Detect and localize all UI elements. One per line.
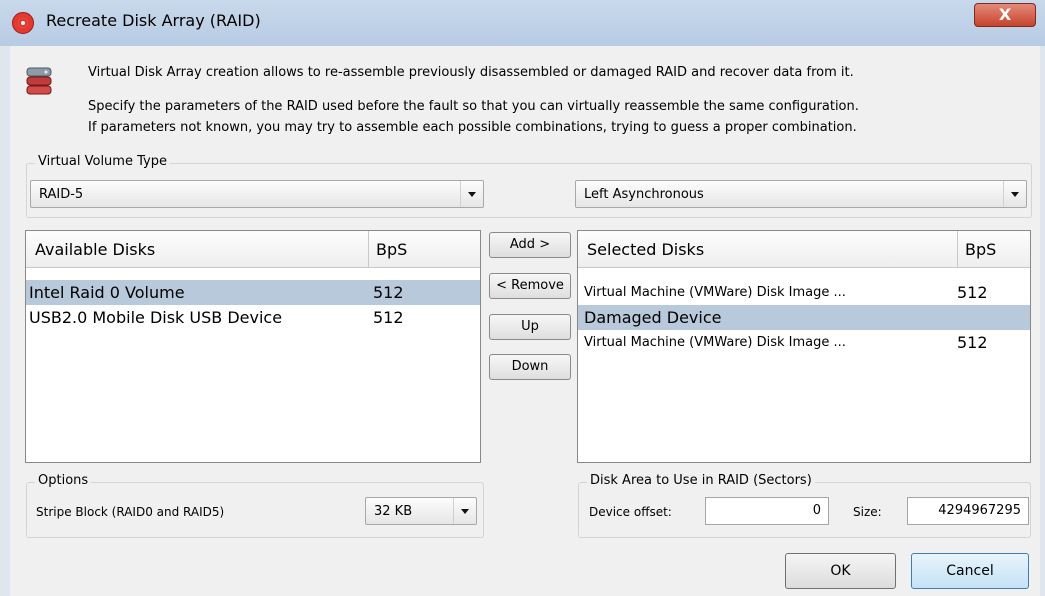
disk-name: USB2.0 Mobile Disk USB Device <box>29 308 283 327</box>
disk-bps: 512 <box>957 283 988 302</box>
device-offset-input[interactable]: 0 <box>705 497 829 525</box>
remove-button[interactable]: < Remove <box>489 273 571 299</box>
raid-app-icon <box>12 12 34 34</box>
stripe-block-label: Stripe Block (RAID0 and RAID5) <box>36 505 225 519</box>
selected-disk-row[interactable]: Virtual Machine (VMWare) Disk Image ... … <box>578 330 1030 355</box>
selected-disk-row[interactable]: Damaged Device <box>578 305 1030 330</box>
selected-disks-column[interactable]: Selected Disks <box>587 240 704 259</box>
ok-button[interactable]: OK <box>785 553 896 589</box>
stripe-block-value: 32 KB <box>374 504 413 519</box>
disk-name: Intel Raid 0 Volume <box>29 283 185 302</box>
intro-text-line3: If parameters not known, you may try to … <box>88 120 857 135</box>
available-disk-row[interactable]: Intel Raid 0 Volume 512 <box>26 280 480 305</box>
stripe-block-select[interactable]: 32 KB <box>365 497 477 525</box>
available-disk-row[interactable]: USB2.0 Mobile Disk USB Device 512 <box>26 305 480 330</box>
available-bps-column[interactable]: BpS <box>376 240 407 259</box>
disk-bps: 512 <box>957 333 988 352</box>
close-button[interactable]: X <box>974 3 1036 27</box>
chevron-down-icon[interactable] <box>460 181 483 207</box>
disk-name: Virtual Machine (VMWare) Disk Image ... <box>584 285 846 300</box>
add-button[interactable]: Add > <box>489 232 571 258</box>
size-label: Size: <box>853 505 882 519</box>
column-divider <box>957 231 958 267</box>
chevron-down-icon[interactable] <box>453 498 476 524</box>
available-disks-list[interactable]: Available Disks BpS Intel Raid 0 Volume … <box>25 230 481 463</box>
disk-name: Damaged Device <box>584 308 722 327</box>
window-title: Recreate Disk Array (RAID) <box>46 11 261 30</box>
selected-disks-header: Selected Disks BpS <box>578 231 1030 268</box>
raid-layout-value: Left Asynchronous <box>584 187 704 202</box>
title-bar: Recreate Disk Array (RAID) X <box>0 0 1045 46</box>
raid-type-select[interactable]: RAID-5 <box>30 180 484 208</box>
disk-name: Virtual Machine (VMWare) Disk Image ... <box>584 335 846 350</box>
intro-text-line2: Specify the parameters of the RAID used … <box>88 99 859 114</box>
available-disks-header: Available Disks BpS <box>26 231 480 268</box>
move-down-button[interactable]: Down <box>489 354 571 380</box>
selected-disks-list[interactable]: Selected Disks BpS Virtual Machine (VMWa… <box>577 230 1031 463</box>
chevron-down-icon[interactable] <box>1003 181 1026 207</box>
available-disks-column[interactable]: Available Disks <box>35 240 155 259</box>
dialog-body: Virtual Disk Array creation allows to re… <box>10 46 1040 596</box>
selected-bps-column[interactable]: BpS <box>965 240 996 259</box>
options-label: Options <box>35 473 92 488</box>
selected-disk-row[interactable]: Virtual Machine (VMWare) Disk Image ... … <box>578 280 1030 305</box>
device-offset-label: Device offset: <box>589 505 672 519</box>
column-divider <box>368 231 369 267</box>
size-input[interactable]: 4294967295 <box>907 497 1029 525</box>
volume-type-label: Virtual Volume Type <box>35 154 170 169</box>
cancel-button[interactable]: Cancel <box>911 553 1029 589</box>
disk-bps: 512 <box>373 283 404 302</box>
disk-area-label: Disk Area to Use in RAID (Sectors) <box>587 473 815 488</box>
raid-layout-select[interactable]: Left Asynchronous <box>575 180 1027 208</box>
intro-text-line1: Virtual Disk Array creation allows to re… <box>88 65 854 80</box>
disk-stack-icon <box>26 67 52 95</box>
move-up-button[interactable]: Up <box>489 314 571 340</box>
raid-type-value: RAID-5 <box>39 187 84 202</box>
disk-bps: 512 <box>373 308 404 327</box>
